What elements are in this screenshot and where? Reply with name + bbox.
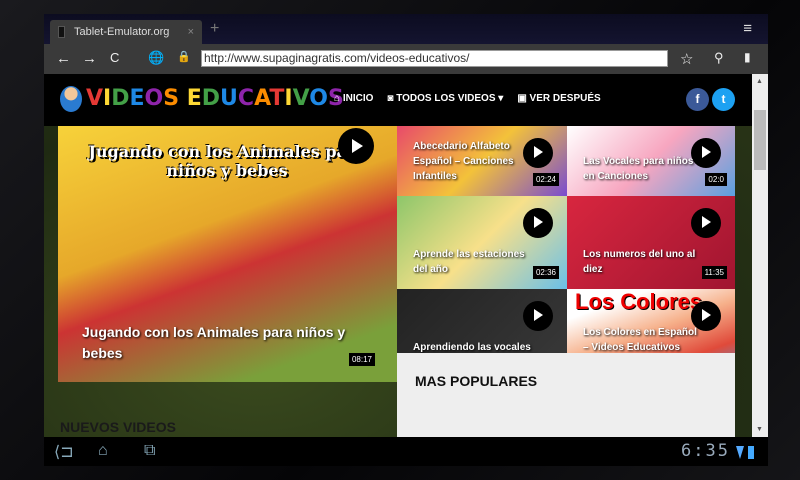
tab-bar: Tablet-Emulator.org × + ≡ <box>44 14 768 44</box>
chevron-down-icon: ▾ <box>495 93 504 104</box>
search-icon[interactable]: ⚲ <box>714 50 724 66</box>
home-nav-icon[interactable]: ⌂ <box>98 442 108 460</box>
logo-text: VIDEOS EDUCATIVOS <box>86 86 344 111</box>
camera-icon: ◙ <box>387 93 397 104</box>
signal-icon <box>736 446 744 459</box>
section-title-new: NUEVOS VIDEOS <box>60 419 176 435</box>
recent-apps-icon[interactable]: ⧉ <box>144 442 155 460</box>
scroll-down-icon[interactable]: ▼ <box>756 426 763 433</box>
video-title[interactable]: Jugando con los Animales para niños y be… <box>82 322 362 364</box>
battery-icon <box>748 446 754 459</box>
video-duration: 02:36 <box>532 266 559 279</box>
web-page: VIDEOS EDUCATIVOS ⌂ INICIO ◙ TODOS LOS V… <box>44 74 752 437</box>
twitter-icon[interactable]: t <box>712 88 735 111</box>
play-icon[interactable] <box>523 208 553 238</box>
screen: Tablet-Emulator.org × + ≡ ← → C 🌐 🔒 http:… <box>44 14 768 466</box>
video-duration: 02:24 <box>532 173 559 186</box>
address-bar: ← → C 🌐 🔒 http://www.supaginagratis.com/… <box>44 44 768 74</box>
play-icon[interactable] <box>523 301 553 331</box>
reload-icon[interactable]: C <box>110 50 119 65</box>
play-icon[interactable] <box>338 128 374 164</box>
video-card[interactable]: Los numeros del uno al diez 11:35 <box>567 196 735 289</box>
tablet-frame: Tablet-Emulator.org × + ≡ ← → C 🌐 🔒 http:… <box>0 0 800 480</box>
mascot-icon <box>60 86 82 112</box>
menu-icon[interactable]: ≡ <box>743 20 752 37</box>
video-title[interactable]: Aprende las estaciones del año <box>413 247 533 277</box>
nav-todos-los-videos[interactable]: ◙ TODOS LOS VIDEOS ▾ <box>387 93 503 104</box>
lock-icon: 🔒 <box>177 51 191 63</box>
nav-inicio[interactable]: ⌂ INICIO <box>334 93 373 104</box>
browser-tab[interactable]: Tablet-Emulator.org × <box>50 20 202 44</box>
site-header: VIDEOS EDUCATIVOS ⌂ INICIO ◙ TODOS LOS V… <box>44 74 752 126</box>
video-card[interactable]: Aprende las estaciones del año 02:36 <box>397 196 567 289</box>
globe-icon: 🌐 <box>148 50 165 65</box>
video-duration: 02:0 <box>705 173 727 186</box>
close-tab-icon[interactable]: × <box>188 20 194 44</box>
scroll-up-icon[interactable]: ▲ <box>756 78 763 85</box>
featured-video[interactable]: Jugando con los Animales para niños y be… <box>58 126 397 382</box>
clock: 6:35 <box>681 441 730 461</box>
video-duration: 11:35 <box>701 266 727 279</box>
section-title-popular: MAS POPULARES <box>415 373 538 389</box>
scrollbar[interactable]: ▲ ▼ <box>752 74 768 437</box>
site-logo[interactable]: VIDEOS EDUCATIVOS <box>60 86 344 112</box>
back-icon[interactable]: ← <box>56 50 71 67</box>
video-title[interactable]: Los numeros del uno al diez <box>583 247 703 277</box>
popular-panel: MAS POPULARES <box>397 353 735 437</box>
back-nav-icon[interactable]: ⟨⊐ <box>54 442 74 462</box>
nav-ver-despues[interactable]: ▣ VER DESPUÉS <box>517 93 600 104</box>
star-icon[interactable]: ☆ <box>680 50 693 68</box>
video-title[interactable]: Abecedario Alfabeto Español – Canciones … <box>413 139 533 184</box>
home-icon: ⌂ <box>334 93 343 104</box>
video-duration: 08:17 <box>348 353 375 366</box>
video-title[interactable]: Las Vocales para niños en Canciones <box>583 154 703 184</box>
main-nav: ⌂ INICIO ◙ TODOS LOS VIDEOS ▾ ▣ VER DESP… <box>334 93 601 104</box>
play-square-icon: ▣ <box>517 93 530 104</box>
featured-thumb-text: Jugando con los Animales para niños y be… <box>88 142 366 180</box>
bookmark-icon[interactable]: ▮ <box>744 50 751 64</box>
thumb-text: Los Colores <box>575 289 703 314</box>
new-tab-button[interactable]: + <box>210 20 219 38</box>
play-icon[interactable] <box>691 208 721 238</box>
video-card[interactable]: Abecedario Alfabeto Español – Canciones … <box>397 126 567 196</box>
video-card[interactable]: Las Vocales para niños en Canciones 02:0 <box>567 126 735 196</box>
forward-icon[interactable]: → <box>82 50 97 67</box>
system-nav-bar: ⟨⊐ ⌂ ⧉ 6:35 <box>44 437 768 466</box>
facebook-icon[interactable]: f <box>686 88 709 111</box>
scroll-thumb[interactable] <box>754 110 766 170</box>
url-input[interactable]: http://www.supaginagratis.com/videos-edu… <box>201 50 668 67</box>
favicon-icon <box>58 26 65 38</box>
tab-title: Tablet-Emulator.org <box>74 26 170 38</box>
